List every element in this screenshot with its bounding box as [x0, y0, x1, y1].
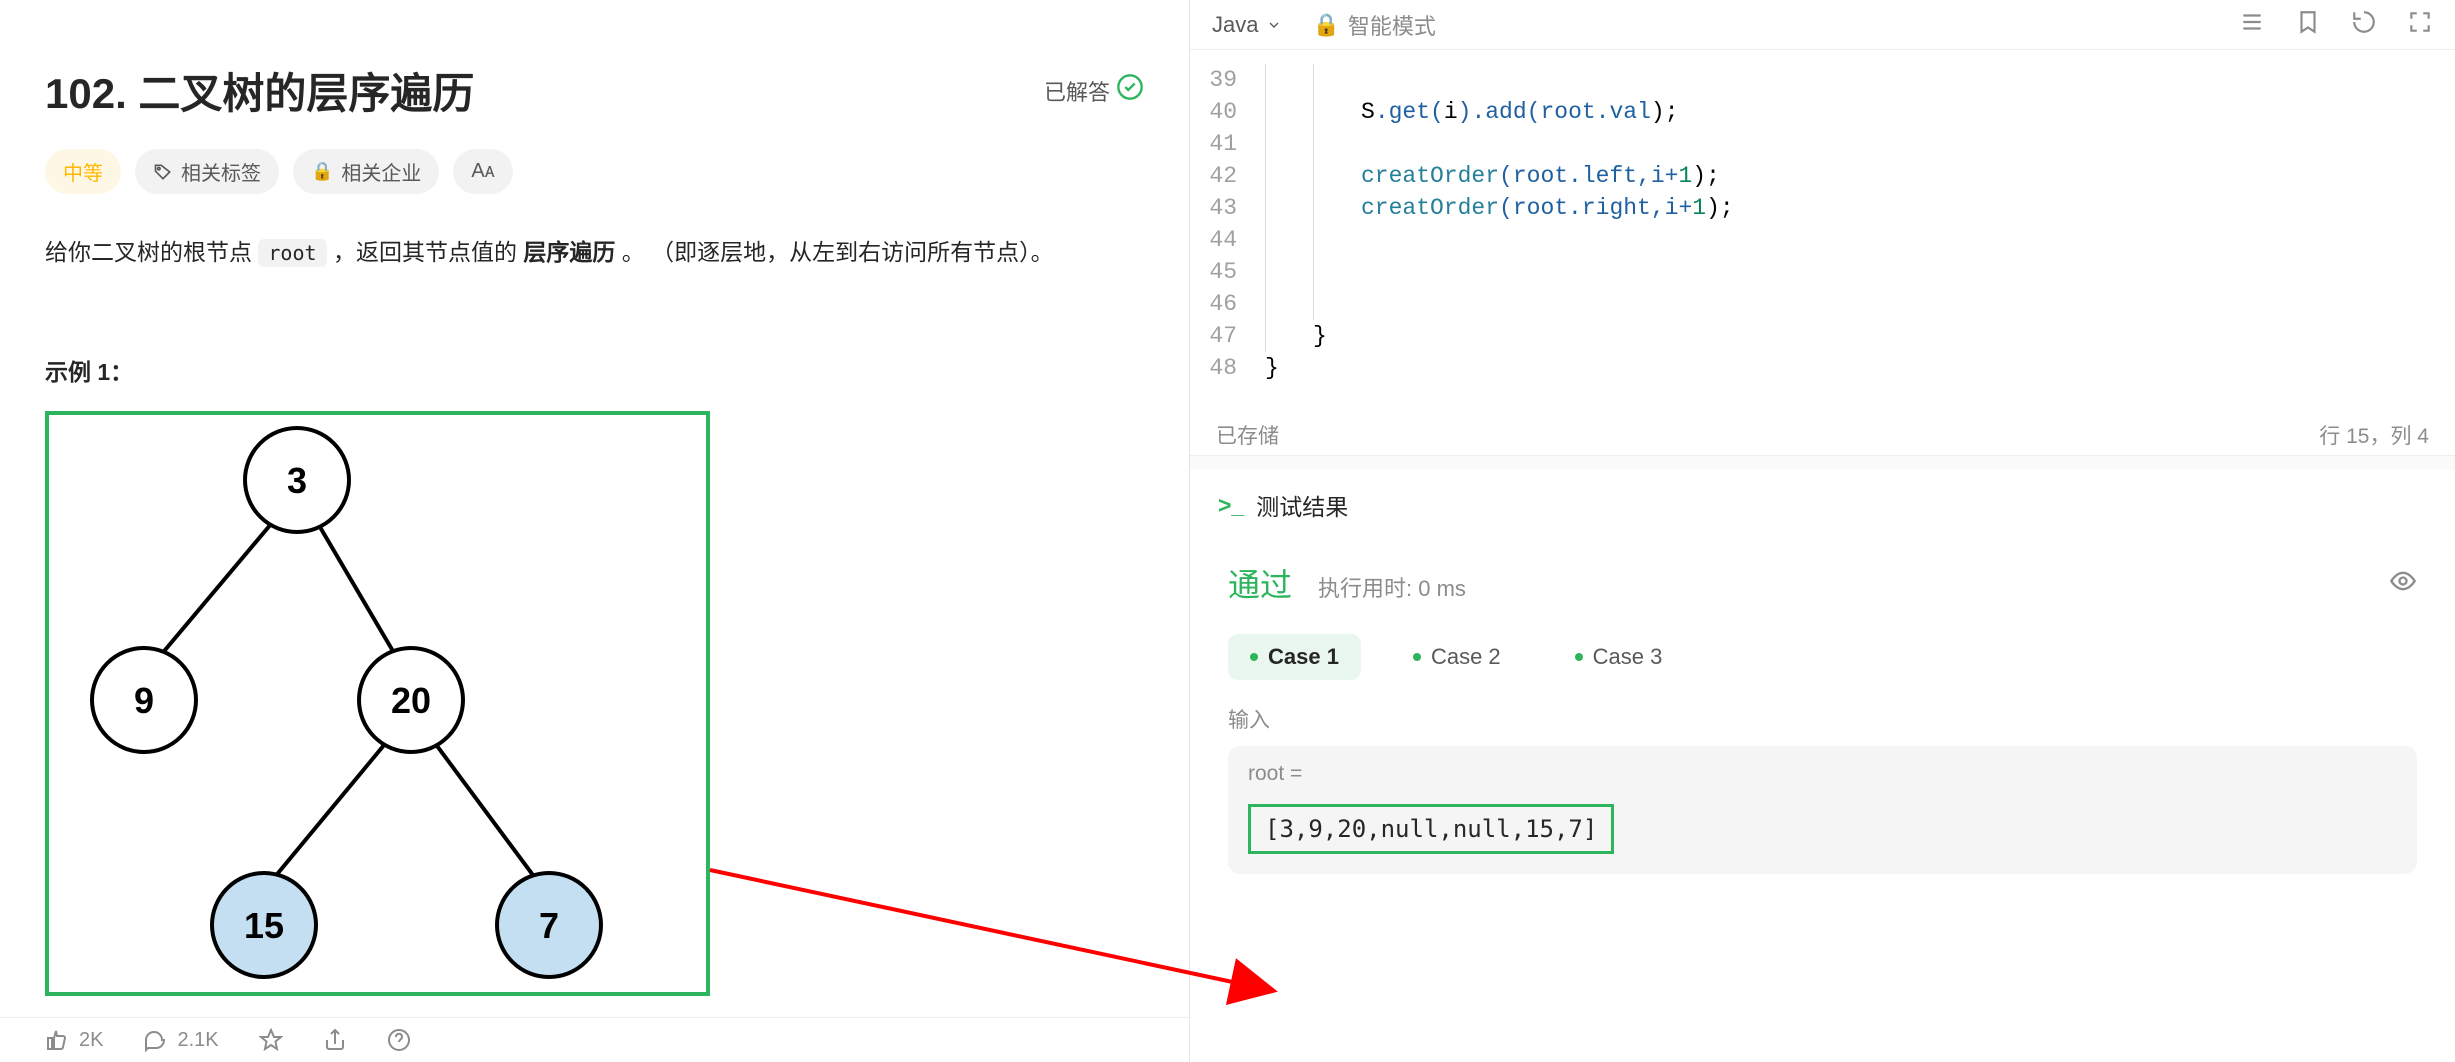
svg-text:7: 7	[539, 905, 559, 946]
like-count: 2K	[79, 1029, 103, 1052]
terminal-icon: >_	[1218, 492, 1244, 519]
case-tabs: Case 1 Case 2 Case 3	[1218, 626, 2427, 704]
desc-prefix: 给你二叉树的根节点	[45, 239, 258, 265]
case-tab-1[interactable]: Case 1	[1228, 634, 1361, 680]
lock-icon: 🔒	[311, 161, 333, 182]
input-card: root = [3,9,20,null,null,15,7]	[1228, 746, 2417, 874]
solved-badge: 已解答	[1044, 73, 1144, 108]
share-button[interactable]	[323, 1028, 347, 1052]
bookmark-icon[interactable]	[2295, 9, 2321, 40]
share-icon	[323, 1028, 347, 1052]
eye-icon[interactable]	[2389, 567, 2417, 600]
status-dot-icon	[1413, 653, 1421, 661]
smart-mode-label: 智能模式	[1348, 9, 1436, 41]
case-label: Case 1	[1268, 644, 1339, 670]
comment-count: 2.1K	[177, 1029, 218, 1052]
line-number: 48	[1190, 355, 1265, 381]
case-tab-3[interactable]: Case 3	[1553, 634, 1685, 680]
question-icon	[387, 1028, 411, 1052]
case-label: Case 2	[1431, 644, 1501, 670]
case-label: Case 3	[1593, 644, 1663, 670]
line-number: 45	[1190, 259, 1265, 285]
editor-status-bar: 已存储 行 15，列 4	[1190, 414, 2455, 456]
pass-row: 通过 执行用时: 0 ms	[1218, 540, 2427, 626]
list-icon[interactable]	[2239, 9, 2265, 40]
status-dot-icon	[1575, 653, 1583, 661]
title-row: 102. 二叉树的层序遍历 已解答	[45, 60, 1144, 121]
svg-text:15: 15	[244, 905, 284, 946]
tags-chip[interactable]: 相关标签	[135, 149, 279, 194]
line-number: 46	[1190, 291, 1265, 317]
svg-text:3: 3	[287, 460, 307, 501]
like-button[interactable]: 2K	[45, 1028, 103, 1052]
line-number: 42	[1190, 163, 1265, 189]
difficulty-chip[interactable]: 中等	[45, 149, 121, 194]
thumbs-up-icon	[45, 1028, 69, 1052]
line-number: 41	[1190, 131, 1265, 157]
companies-label: 相关企业	[341, 157, 421, 186]
problem-title: 102. 二叉树的层序遍历	[45, 60, 474, 121]
companies-chip[interactable]: 🔒 相关企业	[293, 149, 439, 194]
pane-resize-handle[interactable]	[1177, 0, 1189, 1062]
lock-icon: 🔒	[1312, 12, 1339, 38]
chip-row: 中等 相关标签 🔒 相关企业 Aᴀ	[45, 149, 1144, 194]
desc-suffix1: 。	[622, 239, 645, 265]
comment-icon	[143, 1028, 167, 1052]
help-button[interactable]	[387, 1028, 411, 1052]
saved-label: 已存储	[1216, 420, 1279, 450]
line-number: 43	[1190, 195, 1265, 221]
reset-icon[interactable]	[2351, 9, 2377, 40]
line-number: 39	[1190, 67, 1265, 93]
runtime-label: 执行用时: 0 ms	[1318, 571, 1466, 603]
tags-label: 相关标签	[181, 157, 261, 186]
test-results-panel: >_ 测试结果 通过 执行用时: 0 ms Case 1 Case 2 Case…	[1190, 470, 2455, 1062]
case-tab-2[interactable]: Case 2	[1391, 634, 1523, 680]
desc-mid: ，返回其节点值的	[333, 239, 523, 265]
tag-icon	[153, 162, 173, 182]
comment-button[interactable]: 2.1K	[143, 1028, 218, 1052]
code-editor[interactable]: 39 40S.get(i).add(root.val); 41 42creatO…	[1190, 50, 2455, 414]
input-value[interactable]: [3,9,20,null,null,15,7]	[1248, 804, 1614, 854]
star-button[interactable]	[259, 1028, 283, 1052]
language-label: Java	[1212, 12, 1258, 38]
desc-code-root: root	[258, 239, 326, 267]
footer-row: 2K 2.1K	[0, 1017, 1189, 1062]
chevron-down-icon	[1266, 17, 1282, 33]
root-param-label: root =	[1248, 762, 2397, 786]
svg-text:9: 9	[134, 680, 154, 721]
star-icon	[259, 1028, 283, 1052]
editor-toolbar: Java 🔒 智能模式	[1190, 0, 2455, 50]
solved-label: 已解答	[1044, 75, 1110, 107]
status-dot-icon	[1250, 653, 1258, 661]
results-title: 测试结果	[1256, 488, 1348, 522]
check-circle-icon	[1116, 73, 1144, 108]
problem-number: 102.	[45, 70, 127, 117]
smart-mode-toggle[interactable]: 🔒 智能模式	[1312, 9, 1435, 41]
svg-text:20: 20	[391, 680, 431, 721]
results-header[interactable]: >_ 测试结果	[1218, 470, 2427, 540]
problem-description: 给你二叉树的根节点 root ，返回其节点值的 层序遍历 。 （即逐层地，从左到…	[45, 232, 1144, 273]
editor-panel: Java 🔒 智能模式 39 40S.get(i).add(root.val);…	[1190, 0, 2455, 1062]
problem-title-text: 二叉树的层序遍历	[138, 70, 474, 117]
language-select[interactable]: Java	[1212, 12, 1282, 38]
cursor-position: 行 15，列 4	[2319, 420, 2429, 450]
hint-chip[interactable]: Aᴀ	[453, 149, 512, 194]
line-number: 44	[1190, 227, 1265, 253]
example-tree-image: 3 9 20 15 7	[45, 411, 710, 996]
problem-panel: 102. 二叉树的层序遍历 已解答 中等 相关标签 🔒 相关企业 Aᴀ 给你二叉…	[0, 0, 1190, 1062]
input-section-label: 输入	[1218, 704, 2427, 746]
pass-label: 通过	[1228, 560, 1292, 606]
desc-suffix2: （即逐层地，从左到右访问所有节点）。	[651, 239, 1054, 265]
desc-bold: 层序遍历	[523, 239, 615, 265]
line-number: 40	[1190, 99, 1265, 125]
fullscreen-icon[interactable]	[2407, 9, 2433, 40]
example-title: 示例 1：	[45, 353, 1144, 387]
line-number: 47	[1190, 323, 1265, 349]
